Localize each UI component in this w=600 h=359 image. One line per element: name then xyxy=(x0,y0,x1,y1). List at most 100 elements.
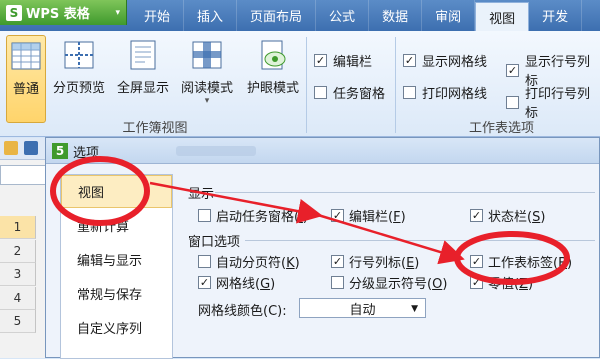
eye-protection-mode-button[interactable]: 护眼模式 xyxy=(242,35,304,123)
option-label: 行号列标(E) xyxy=(349,256,420,271)
row-header[interactable]: 1 xyxy=(0,216,36,239)
reading-mode-icon xyxy=(190,39,224,71)
option-label: 自动分页符(K) xyxy=(216,256,300,271)
blurred-workbook-name xyxy=(176,146,256,156)
task-pane-toggle[interactable]: 任务窗格 xyxy=(314,83,385,102)
chevron-down-icon: ▼ xyxy=(411,304,418,314)
title-bar: S WPS 表格 ▾ 开始 插入 页面布局 公式 数据 审阅 视图 开发 xyxy=(0,0,600,31)
formula-bar-checkbox[interactable]: ✓ xyxy=(314,54,327,67)
show-headings-checkbox[interactable]: ✓ xyxy=(506,63,519,77)
option-checkbox[interactable]: ✓ xyxy=(470,255,483,268)
option-label: 网格线(G) xyxy=(216,277,276,292)
formula-bar-toggle[interactable]: ✓ 编辑栏 xyxy=(314,51,372,70)
full-screen-button[interactable]: 全屏显示 xyxy=(114,35,172,123)
save-icon[interactable] xyxy=(24,141,38,155)
dialog-title: 选项 xyxy=(73,146,100,161)
option-toggle[interactable]: 启动任务窗格(I) xyxy=(198,206,308,225)
full-screen-label: 全屏显示 xyxy=(116,81,169,96)
option-toggle[interactable]: ✓ 零值(Z) xyxy=(470,273,533,292)
tab-0[interactable]: 开始 xyxy=(131,0,185,31)
page-break-preview-icon xyxy=(62,39,96,71)
wps-app-menu-button[interactable]: S WPS 表格 ▾ xyxy=(0,0,127,25)
option-label: 工作表标签(B) xyxy=(488,256,573,271)
gridline-color-value: 自动 xyxy=(349,302,376,318)
row-header[interactable]: 2 xyxy=(0,239,36,263)
options-dialog: 5 选项 视图 重新计算 编辑与显示 常规与保存 自定义序列 xyxy=(45,137,600,359)
window-options-section-label: 窗口选项 xyxy=(188,235,241,250)
option-label: 启动任务窗格(I) xyxy=(216,210,308,225)
option-checkbox[interactable]: ✓ xyxy=(331,209,344,222)
app-title: WPS 表格 xyxy=(26,7,90,22)
task-pane-checkbox[interactable] xyxy=(314,86,327,99)
option-label: 编辑栏(F) xyxy=(349,210,406,225)
options-nav-item[interactable]: 自定义序列 xyxy=(61,311,172,344)
wps-logo-icon: S xyxy=(6,4,22,21)
option-toggle[interactable]: ✓ 网格线(G) xyxy=(198,273,275,292)
normal-view-button[interactable]: 普通 xyxy=(6,35,46,123)
row-header[interactable]: 4 xyxy=(0,286,36,310)
formula-bar-label: 编辑栏 xyxy=(333,55,373,70)
show-gridlines-label: 显示网格线 xyxy=(422,55,488,70)
dialog-app-icon: 5 xyxy=(52,143,68,159)
chevron-down-icon: ▾ xyxy=(204,96,210,106)
option-checkbox[interactable]: ✓ xyxy=(331,255,344,268)
option-checkbox[interactable]: ✓ xyxy=(470,276,483,289)
row-header[interactable]: 3 xyxy=(0,263,36,286)
option-label: 零值(Z) xyxy=(488,277,534,292)
tab-6[interactable]: 视图 xyxy=(475,2,530,31)
tab-5[interactable]: 审阅 xyxy=(422,0,476,31)
tab-1[interactable]: 插入 xyxy=(184,0,238,31)
dialog-title-bar[interactable]: 5 选项 xyxy=(46,138,599,164)
full-screen-icon xyxy=(126,39,160,71)
gridline-color-label: 网格线颜色(C): xyxy=(198,304,287,319)
option-checkbox[interactable] xyxy=(331,276,344,289)
options-nav-item[interactable]: 重新计算 xyxy=(61,209,172,242)
option-toggle[interactable]: ✓ 编辑栏(F) xyxy=(331,206,406,225)
print-headings-toggle[interactable]: 打印行号列标 xyxy=(506,83,600,121)
reading-mode-button[interactable]: 阅读模式 ▾ xyxy=(176,35,238,123)
ribbon-tabs: 开始 插入 页面布局 公式 数据 审阅 视图 开发 xyxy=(131,0,583,31)
gridline-color-select[interactable]: 自动 ▼ xyxy=(299,298,426,318)
normal-view-label: 普通 xyxy=(12,82,39,97)
options-nav-item[interactable]: 编辑与显示 xyxy=(61,243,172,276)
ribbon-divider xyxy=(395,37,396,133)
reading-mode-label: 阅读模式 xyxy=(180,81,233,96)
ribbon-divider xyxy=(306,37,307,133)
print-gridlines-toggle[interactable]: 打印网格线 xyxy=(403,83,487,102)
chevron-down-icon: ▾ xyxy=(115,7,120,18)
workbook-view-group-label: 工作簿视图 xyxy=(122,121,188,136)
option-toggle[interactable]: ✓ 工作表标签(B) xyxy=(470,252,572,271)
eye-protection-mode-label: 护眼模式 xyxy=(246,81,299,96)
tab-7[interactable]: 开发 xyxy=(529,0,583,31)
tab-2[interactable]: 页面布局 xyxy=(237,0,317,31)
open-folder-icon[interactable] xyxy=(4,141,18,155)
display-section-label: 显示 xyxy=(188,187,215,202)
show-gridlines-checkbox[interactable]: ✓ xyxy=(403,54,416,67)
name-box[interactable] xyxy=(0,165,48,185)
option-toggle[interactable]: ✓ 状态栏(S) xyxy=(470,206,545,225)
normal-view-icon xyxy=(9,40,43,72)
option-toggle[interactable]: 自动分页符(K) xyxy=(198,252,300,271)
print-headings-checkbox[interactable] xyxy=(506,95,519,109)
option-checkbox[interactable] xyxy=(198,209,211,222)
ribbon: 普通 分页预览 全屏显示 阅读模式 ▾ 护眼模式 工作簿视图 ✓ 编辑栏 任务窗… xyxy=(0,31,600,137)
row-header[interactable]: 5 xyxy=(0,310,36,333)
page-break-preview-label: 分页预览 xyxy=(52,81,105,96)
tab-3[interactable]: 公式 xyxy=(316,0,370,31)
option-label: 状态栏(S) xyxy=(488,210,546,225)
section-divider xyxy=(215,192,595,193)
eye-protection-icon xyxy=(256,39,290,71)
option-checkbox[interactable] xyxy=(198,255,211,268)
option-checkbox[interactable]: ✓ xyxy=(470,209,483,222)
sheet-options-group-label: 工作表选项 xyxy=(468,121,534,136)
show-gridlines-toggle[interactable]: ✓ 显示网格线 xyxy=(403,51,487,70)
tab-4[interactable]: 数据 xyxy=(369,0,423,31)
options-nav: 视图 重新计算 编辑与显示 常规与保存 自定义序列 xyxy=(60,174,173,359)
page-break-preview-button[interactable]: 分页预览 xyxy=(50,35,108,123)
option-toggle[interactable]: ✓ 行号列标(E) xyxy=(331,252,419,271)
options-nav-item[interactable]: 常规与保存 xyxy=(61,277,172,310)
option-toggle[interactable]: 分级显示符号(O) xyxy=(331,273,447,292)
option-checkbox[interactable]: ✓ xyxy=(198,276,211,289)
options-nav-item[interactable]: 视图 xyxy=(61,175,172,208)
print-gridlines-checkbox[interactable] xyxy=(403,86,416,99)
